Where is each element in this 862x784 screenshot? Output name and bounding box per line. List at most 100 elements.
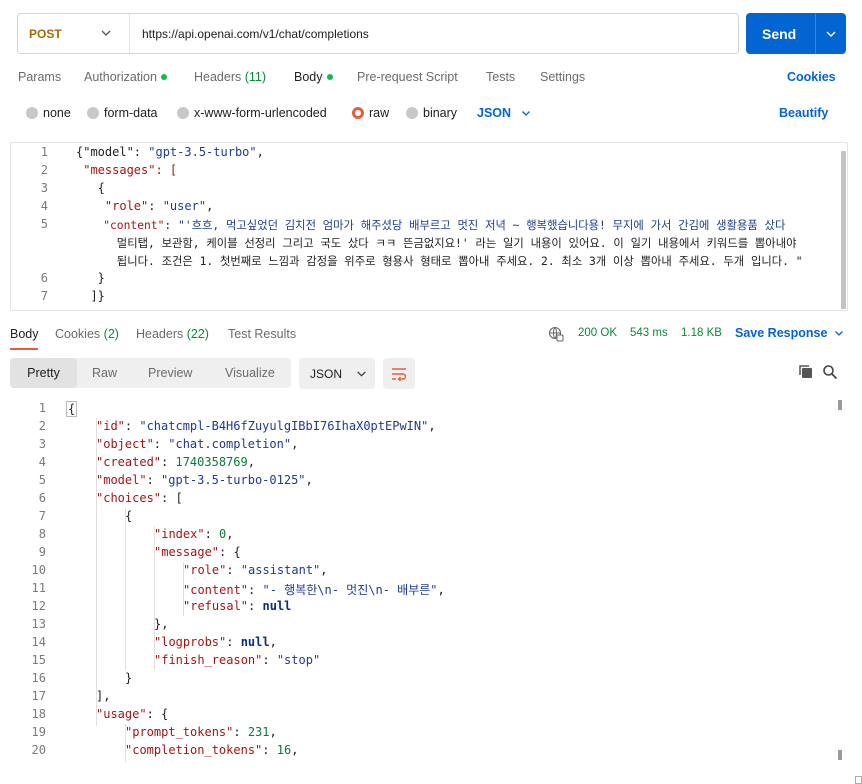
send-label: Send [762, 25, 797, 42]
json-key: "id" [96, 419, 125, 433]
body-format-select[interactable]: JSON [477, 106, 531, 120]
status-code[interactable]: 200 OK [578, 327, 617, 339]
radio-raw[interactable]: raw [352, 106, 389, 120]
line-number: 13 [31, 617, 46, 631]
tab-label: Body [10, 327, 39, 341]
code-line: { [125, 509, 133, 523]
radio-icon [26, 107, 38, 119]
json-key: "finish_reason" [154, 653, 263, 667]
radio-binary[interactable]: binary [406, 106, 457, 120]
method-select[interactable]: POST [18, 14, 130, 53]
json-value: null [262, 599, 292, 613]
code-line: 됩니다. 조건은 1. 첫번째로 느낌과 감정을 위주로 형용사 형태로 뽑아내… [76, 255, 803, 268]
scrollbar[interactable] [841, 151, 846, 309]
json-key: "logprobs" [154, 635, 227, 649]
tab-response-cookies[interactable]: Cookies (2) [55, 327, 119, 341]
scroll-thumb[interactable] [838, 400, 842, 410]
tab-body[interactable]: Body [294, 70, 333, 84]
view-raw[interactable]: Raw [92, 358, 117, 388]
json-key: "choices" [96, 491, 162, 505]
code-line: "model": "gpt-3.5-turbo-0125", [96, 473, 313, 487]
tab-label: Headers [136, 327, 184, 341]
tab-settings[interactable]: Settings [540, 70, 585, 84]
radio-x-www-form-urlencoded[interactable]: x-www-form-urlencoded [177, 106, 327, 120]
copy-icon[interactable] [798, 364, 814, 380]
tab-count: (22) [186, 327, 209, 341]
code-token: : [148, 199, 163, 213]
code-line: "finish_reason": "stop" [154, 653, 321, 667]
send-divider [815, 13, 816, 54]
globe-icon[interactable] [548, 326, 564, 342]
tab-label: Headers [194, 70, 242, 84]
search-icon[interactable] [822, 364, 838, 380]
line-number: 3 [38, 437, 46, 451]
resize-handle[interactable] [855, 776, 862, 784]
radio-icon [406, 107, 418, 119]
chevron-down-icon [835, 331, 844, 336]
view-visualize[interactable]: Visualize [225, 358, 275, 388]
json-key: "model" [96, 473, 147, 487]
line-number: 10 [31, 563, 46, 577]
send-button[interactable]: Send [746, 13, 846, 54]
line-number: 17 [31, 689, 46, 703]
response-size[interactable]: 1.18 KB [681, 327, 722, 339]
code-line: "message": { [154, 545, 241, 559]
code-line: "object": "chat.completion", [96, 437, 299, 451]
line-number: 7 [38, 509, 46, 523]
tab-count: (11) [244, 70, 267, 84]
json-value: 231 [247, 725, 270, 739]
chevron-down-icon[interactable] [825, 28, 837, 40]
tab-authorization[interactable]: Authorization [84, 70, 167, 84]
code-token: {"model": [76, 145, 149, 159]
line-number: 19 [31, 725, 46, 739]
status-dot [160, 74, 167, 80]
line-number: 1 [38, 401, 46, 415]
tab-label: Test Results [228, 327, 297, 341]
json-value: 0 [219, 527, 227, 541]
scrollbar[interactable] [838, 398, 842, 762]
tab-label: Authorization [84, 70, 157, 84]
json-key: "content" [183, 583, 249, 597]
tab-params[interactable]: Params [18, 70, 61, 84]
radio-form-data[interactable]: form-data [87, 106, 158, 120]
wrap-lines-button[interactable] [383, 358, 415, 389]
code-token: , [206, 199, 214, 213]
response-body-viewer[interactable]: 1 2 3 4 5 6 7 8 9 10 11 12 13 14 15 16 1… [10, 398, 848, 762]
code-token: "role" [76, 199, 149, 213]
tab-response-body[interactable]: Body [10, 327, 39, 341]
tab-pre-request-script[interactable]: Pre-request Script [357, 70, 458, 84]
chevron-down-icon [357, 371, 366, 377]
chevron-down-icon [522, 111, 531, 116]
tab-response-headers[interactable]: Headers (22) [136, 327, 209, 341]
beautify-button[interactable]: Beautify [779, 106, 828, 120]
request-body-editor[interactable]: 1 2 3 4 5 6 7 {"model": "gpt-3.5-turbo",… [10, 142, 848, 311]
line-number: 5 [38, 473, 46, 487]
line-number: 4 [38, 455, 46, 469]
tab-headers[interactable]: Headers (11) [194, 70, 266, 84]
line-number: 20 [31, 743, 46, 757]
code-line: "logprobs": null, [154, 635, 277, 649]
url-input[interactable]: https://api.openai.com/v1/chat/completio… [130, 27, 369, 41]
code-line: "content": "- 행복한\n- 멋진\n- 배부른", [183, 583, 445, 597]
save-response-label: Save Response [735, 326, 828, 340]
response-time[interactable]: 543 ms [630, 327, 668, 339]
view-pretty[interactable]: Pretty [10, 358, 77, 388]
scroll-thumb[interactable] [838, 750, 842, 760]
code-line: "usage": { [96, 707, 169, 721]
json-value: [ [175, 491, 183, 505]
code-line: "choices": [ [96, 491, 183, 505]
response-format-label: JSON [310, 366, 343, 381]
view-preview[interactable]: Preview [148, 358, 192, 388]
view-mode-tabs: Pretty Raw Preview Visualize [10, 358, 291, 388]
code-line: "role": "assistant", [183, 563, 328, 577]
radio-icon [177, 107, 189, 119]
response-format-select[interactable]: JSON [299, 358, 375, 389]
radio-none[interactable]: none [26, 106, 71, 120]
tab-tests[interactable]: Tests [486, 70, 515, 84]
radio-label: none [43, 106, 71, 120]
save-response-button[interactable]: Save Response [735, 326, 844, 340]
cookies-link[interactable]: Cookies [787, 70, 836, 84]
tab-test-results[interactable]: Test Results [228, 327, 296, 341]
tab-count: (2) [103, 327, 119, 341]
json-key: "usage" [96, 707, 147, 721]
